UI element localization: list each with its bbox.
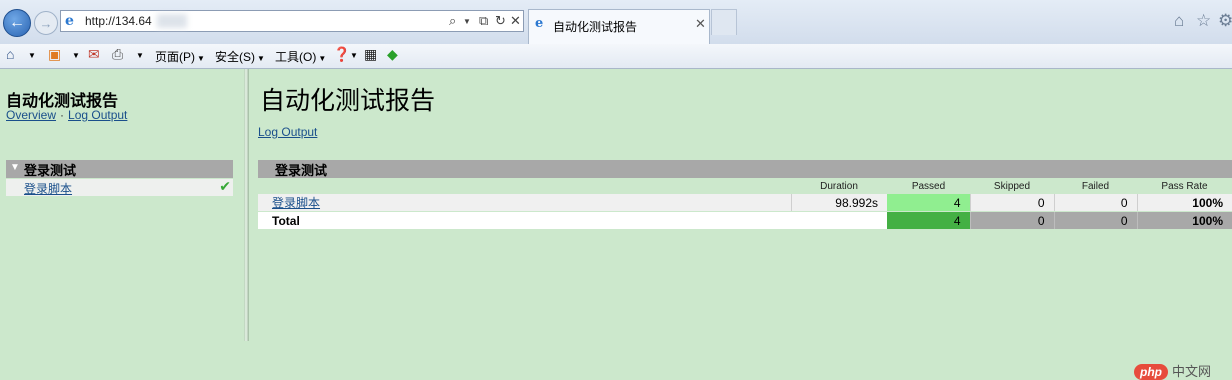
suite-stats-header: 登录测试 bbox=[258, 160, 1232, 178]
menu-page[interactable]: 页面(P) ▼ bbox=[155, 48, 205, 65]
watermark: php 中文网 bbox=[1134, 361, 1211, 380]
sidebar-test-item: 登录脚本 ✔ bbox=[6, 178, 233, 197]
page-title: 自动化测试报告 bbox=[260, 86, 436, 115]
tab-title: 自动化测试报告 bbox=[553, 20, 638, 34]
url-text[interactable]: http://134.64 bbox=[85, 14, 152, 28]
total-pass-rate-cell: 100% bbox=[1136, 211, 1232, 230]
header-passed: Passed bbox=[911, 181, 946, 192]
stop-icon[interactable]: ✕ bbox=[510, 13, 521, 29]
header-duration: Duration bbox=[820, 181, 858, 192]
row-name-cell: 登录脚本 bbox=[258, 194, 791, 212]
overview-link[interactable]: Overview bbox=[6, 108, 56, 122]
home-dropdown-icon[interactable]: ▼ bbox=[28, 51, 36, 60]
sidebar: 自动化测试报告 Overview · Log Output ▼ 登录测试 登录脚本 … bbox=[0, 69, 244, 341]
watermark-php-badge: php bbox=[1134, 364, 1168, 380]
menu-safety-label: 安全(S) bbox=[215, 50, 255, 64]
table-row: 登录脚本 98.992s 4 0 0 100% bbox=[258, 194, 1232, 212]
help-icon[interactable]: ❓ bbox=[333, 46, 350, 63]
total-row: Total 4 0 0 100% bbox=[258, 211, 1232, 230]
test-script-link[interactable]: 登录脚本 bbox=[272, 196, 320, 210]
menu-tools-label: 工具(O) bbox=[275, 50, 317, 64]
total-passed-cell: 4 bbox=[887, 211, 970, 230]
home-icon[interactable]: ⌂ bbox=[1174, 11, 1184, 31]
suite-stats-title: 登录测试 bbox=[275, 163, 328, 178]
header-failed: Failed bbox=[1081, 181, 1110, 192]
link-separator: · bbox=[60, 108, 65, 122]
tab-ie-icon: e bbox=[535, 16, 544, 31]
search-dropdown-icon[interactable]: ▼ bbox=[463, 17, 471, 26]
search-icon[interactable]: ⌕ bbox=[449, 13, 456, 29]
total-label: Total bbox=[258, 211, 791, 230]
sidebar-suite-name: 登录测试 bbox=[24, 163, 77, 178]
skipped-cell: 0 bbox=[969, 194, 1054, 212]
table-header-row: Duration Passed Skipped Failed Pass Rate bbox=[258, 179, 1232, 194]
evernote-icon[interactable]: ▦ bbox=[364, 46, 377, 63]
mail-icon[interactable]: ✉ bbox=[88, 46, 100, 63]
stats-table: Duration Passed Skipped Failed Pass Rate… bbox=[258, 179, 1232, 230]
header-name bbox=[258, 179, 791, 194]
menu-safety[interactable]: 安全(S) ▼ bbox=[215, 48, 265, 65]
duration-cell: 98.992s bbox=[790, 194, 887, 212]
help-dropdown-icon[interactable]: ▼ bbox=[350, 51, 358, 60]
menu-tools[interactable]: 工具(O) ▼ bbox=[275, 48, 326, 65]
sidebar-log-output-link[interactable]: Log Output bbox=[68, 108, 127, 122]
total-duration-cell bbox=[791, 211, 887, 230]
print-icon[interactable]: ⎙ bbox=[112, 46, 123, 63]
menu-page-label: 页面(P) bbox=[155, 50, 195, 64]
gear-icon[interactable]: ⚙ bbox=[1218, 11, 1232, 31]
refresh-icon[interactable]: ↻ bbox=[495, 13, 506, 29]
header-skipped: Skipped bbox=[993, 181, 1031, 192]
ie-logo-icon: e bbox=[65, 13, 74, 29]
collapse-triangle-icon[interactable]: ▼ bbox=[10, 162, 20, 173]
passed-cell: 4 bbox=[887, 194, 970, 212]
log-output-link[interactable]: Log Output bbox=[258, 125, 317, 139]
header-pass-rate: Pass Rate bbox=[1161, 181, 1208, 192]
failed-cell: 0 bbox=[1053, 194, 1137, 212]
feed-dropdown-icon[interactable]: ▼ bbox=[72, 51, 80, 60]
sidebar-suite-header[interactable]: ▼ 登录测试 bbox=[6, 160, 233, 178]
pane-splitter[interactable] bbox=[244, 69, 249, 341]
watermark-text: 中文网 bbox=[1172, 364, 1212, 379]
back-arrow-icon[interactable]: ← bbox=[3, 9, 31, 37]
tab-close-icon[interactable]: ✕ bbox=[695, 16, 706, 32]
tab-report[interactable]: e 自动化测试报告 ✕ bbox=[528, 9, 710, 44]
new-tab-button[interactable] bbox=[711, 9, 737, 35]
sidebar-links: Overview · Log Output bbox=[6, 108, 127, 122]
address-bar[interactable]: e http://134.64 ⌕ ▼ ⧉ ↻ ✕ bbox=[60, 10, 524, 32]
green-diamond-icon[interactable]: ◆ bbox=[387, 46, 398, 63]
favorites-star-icon[interactable]: ☆ bbox=[1196, 11, 1211, 31]
url-redaction bbox=[157, 14, 187, 28]
browser-titlebar: ← → e http://134.64 ⌕ ▼ ⧉ ↻ ✕ e 自动化测试报告 … bbox=[0, 0, 1232, 45]
compat-view-icon[interactable]: ⧉ bbox=[479, 13, 488, 29]
command-bar: ⌂ ▼ ▣ ▼ ✉ ⎙ ▼ 页面(P) ▼ 安全(S) ▼ 工具(O) ▼ ❓ ▼ ▦… bbox=[0, 44, 1232, 69]
total-skipped-cell: 0 bbox=[969, 211, 1054, 230]
sidebar-test-link[interactable]: 登录脚本 bbox=[24, 180, 72, 197]
passed-check-icon: ✔ bbox=[219, 178, 231, 194]
home-icon[interactable]: ⌂ bbox=[6, 46, 14, 62]
print-dropdown-icon[interactable]: ▼ bbox=[136, 51, 144, 60]
total-failed-cell: 0 bbox=[1053, 211, 1137, 230]
rss-feed-icon[interactable]: ▣ bbox=[48, 46, 61, 63]
report-page: 自动化测试报告 Overview · Log Output ▼ 登录测试 登录脚本 … bbox=[0, 69, 1232, 380]
forward-arrow-icon[interactable]: → bbox=[34, 11, 58, 35]
pass-rate-cell: 100% bbox=[1136, 194, 1232, 212]
